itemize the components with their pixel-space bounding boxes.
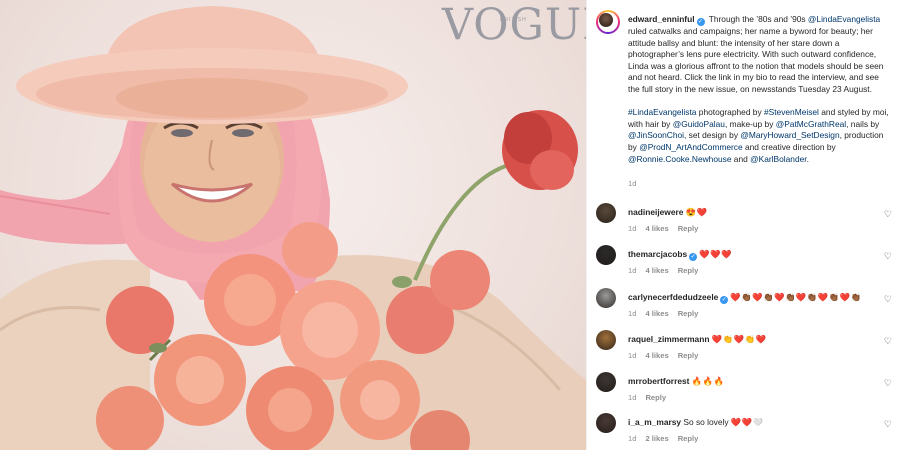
reply-button[interactable]: Reply: [678, 351, 699, 360]
comment-row: nadineijewere 😍❤️ 1d 4 likes Reply ♡: [596, 203, 896, 243]
comment-line: nadineijewere 😍❤️: [628, 207, 708, 218]
cover-illustration: [0, 6, 586, 450]
heart-outline-icon[interactable]: ♡: [884, 210, 892, 219]
comment-emoji: 😍❤️: [685, 207, 708, 217]
caption-body: Through the ’80s and ’90s @LindaEvangeli…: [628, 14, 883, 94]
mention-link[interactable]: @PatMcGrathReal: [776, 119, 846, 129]
vogue-logo: VOGUE: [442, 0, 586, 50]
commenter-username[interactable]: raquel_zimmermann: [628, 334, 709, 344]
reply-button[interactable]: Reply: [678, 309, 699, 318]
comment-line: raquel_zimmermann ❤️👏❤️👏❤️: [628, 334, 766, 345]
caption-text: photographed by: [696, 107, 764, 118]
heart-outline-icon[interactable]: ♡: [884, 252, 892, 261]
reply-button[interactable]: Reply: [678, 266, 699, 275]
comment-meta: 1d 2 likes Reply: [628, 434, 707, 443]
caption-time: 1d: [628, 179, 637, 188]
comment-meta: 1d Reply: [628, 393, 675, 402]
caption-username[interactable]: edward_enninful: [628, 14, 695, 24]
commenter-username[interactable]: themarcjacobs: [628, 249, 687, 259]
comment-time: 1d: [628, 266, 637, 275]
comment-likes[interactable]: 4 likes: [645, 351, 668, 360]
comment-line: themarcjacobs ✓ ❤️❤️❤️: [628, 249, 732, 261]
caption-text: Through the ’80s and ’90s: [708, 14, 808, 24]
heart-outline-icon[interactable]: ♡: [884, 379, 892, 388]
post-caption: edward_enninful ✓ Through the ’80s and ’9…: [628, 14, 890, 165]
comment-line: i_a_m_marsy So so lovely ❤️❤️🤍: [628, 417, 764, 428]
heart-outline-icon[interactable]: ♡: [884, 295, 892, 304]
comment-emoji: 🔥🔥🔥: [691, 376, 725, 386]
commenter-avatar[interactable]: [596, 413, 616, 433]
caption-credits: #LindaEvangelista photographed by #Steve…: [628, 107, 890, 165]
vogue-sub-logo: BRITISH: [500, 17, 527, 23]
mention-link[interactable]: @ProdN_ArtAndCommerce: [639, 142, 742, 152]
comment-likes[interactable]: 4 likes: [645, 266, 668, 275]
mention-link[interactable]: @JinSoonChoi: [628, 130, 684, 140]
mention-link[interactable]: @Ronnie.Cooke.Newhouse: [628, 154, 731, 164]
caption-gap: [628, 96, 890, 108]
comment-text: So so lovely: [683, 417, 731, 427]
comment-line: carlynecerfdedudzeele ✓ ❤️👏🏾❤️👏🏾❤️👏🏾❤️👏🏾❤️…: [628, 292, 861, 304]
commenter-username[interactable]: carlynecerfdedudzeele: [628, 292, 718, 302]
caption-text: , set design by: [684, 130, 741, 141]
verified-badge-icon: ✓: [696, 18, 705, 26]
comment-time: 1d: [628, 309, 637, 318]
comment-row: carlynecerfdedudzeele ✓ ❤️👏🏾❤️👏🏾❤️👏🏾❤️👏🏾❤️…: [596, 288, 896, 328]
mention-link[interactable]: @KarlBolander: [750, 154, 806, 164]
hashtag-link[interactable]: #LindaEvangelista: [628, 107, 696, 117]
post-photo[interactable]: VOGUE BRITISH: [0, 0, 586, 450]
caption-text: , nails by: [846, 118, 880, 129]
comment-meta: 1d 4 likes Reply: [628, 266, 707, 275]
reply-button[interactable]: Reply: [678, 434, 699, 443]
comment-row: i_a_m_marsy So so lovely ❤️❤️🤍 1d 2 likes R…: [596, 413, 896, 450]
heart-outline-icon[interactable]: ♡: [884, 420, 892, 429]
commenter-avatar[interactable]: [596, 330, 616, 350]
comment-emoji: ❤️❤️❤️: [699, 249, 732, 259]
commenter-username[interactable]: nadineijewere: [628, 207, 683, 217]
heart-outline-icon[interactable]: ♡: [884, 337, 892, 346]
comment-meta: 1d 4 likes Reply: [628, 309, 707, 318]
comment-time: 1d: [628, 224, 637, 233]
verified-badge-icon: ✓: [720, 296, 729, 304]
comment-time: 1d: [628, 393, 637, 402]
commenter-avatar[interactable]: [596, 288, 616, 308]
commenter-username[interactable]: i_a_m_marsy: [628, 417, 681, 427]
comment-line: mrrobertforrest 🔥🔥🔥: [628, 376, 725, 387]
comment-row: mrrobertforrest 🔥🔥🔥 1d Reply ♡: [596, 372, 896, 412]
reply-button[interactable]: Reply: [678, 224, 699, 233]
caption-text: .: [806, 153, 809, 164]
comment-meta: 1d 4 likes Reply: [628, 351, 707, 360]
reply-button[interactable]: Reply: [645, 393, 666, 402]
hashtag-link[interactable]: #StevenMeisel: [764, 107, 819, 117]
mention-link[interactable]: @GuidoPalau: [673, 119, 725, 129]
comment-likes[interactable]: 2 likes: [645, 434, 668, 443]
comment-time: 1d: [628, 434, 637, 443]
comment-likes[interactable]: 4 likes: [645, 309, 668, 318]
author-avatar[interactable]: [596, 10, 620, 34]
mention-link[interactable]: @LindaEvangelista: [808, 14, 880, 24]
avatar-photo: [599, 13, 613, 27]
comment-likes[interactable]: 4 likes: [645, 224, 668, 233]
verified-badge-icon: ✓: [689, 253, 698, 261]
comment-emoji: ❤️👏🏾❤️👏🏾❤️👏🏾❤️👏🏾❤️👏🏾❤️👏🏾: [730, 292, 862, 302]
comment-time: 1d: [628, 351, 637, 360]
commenter-avatar[interactable]: [596, 203, 616, 223]
comment-row: raquel_zimmermann ❤️👏❤️👏❤️ 1d 4 likes Reply…: [596, 330, 896, 370]
comment-emoji: ❤️❤️🤍: [730, 417, 764, 427]
comment-meta: 1d 4 likes Reply: [628, 224, 707, 233]
comment-row: themarcjacobs ✓ ❤️❤️❤️ 1d 4 likes Reply ♡: [596, 245, 896, 285]
caption-text: and: [731, 153, 751, 164]
caption-text: ruled catwalks and campaigns; her name a…: [628, 26, 884, 94]
commenter-avatar[interactable]: [596, 245, 616, 265]
caption-text: , make-up by: [724, 118, 776, 129]
comment-emoji: ❤️👏❤️👏❤️: [711, 334, 767, 344]
mention-link[interactable]: @MaryHoward_SetDesign: [740, 130, 839, 140]
caption-text: and creative direction by: [742, 141, 836, 152]
commenter-username[interactable]: mrrobertforrest: [628, 376, 689, 386]
commenter-avatar[interactable]: [596, 372, 616, 392]
